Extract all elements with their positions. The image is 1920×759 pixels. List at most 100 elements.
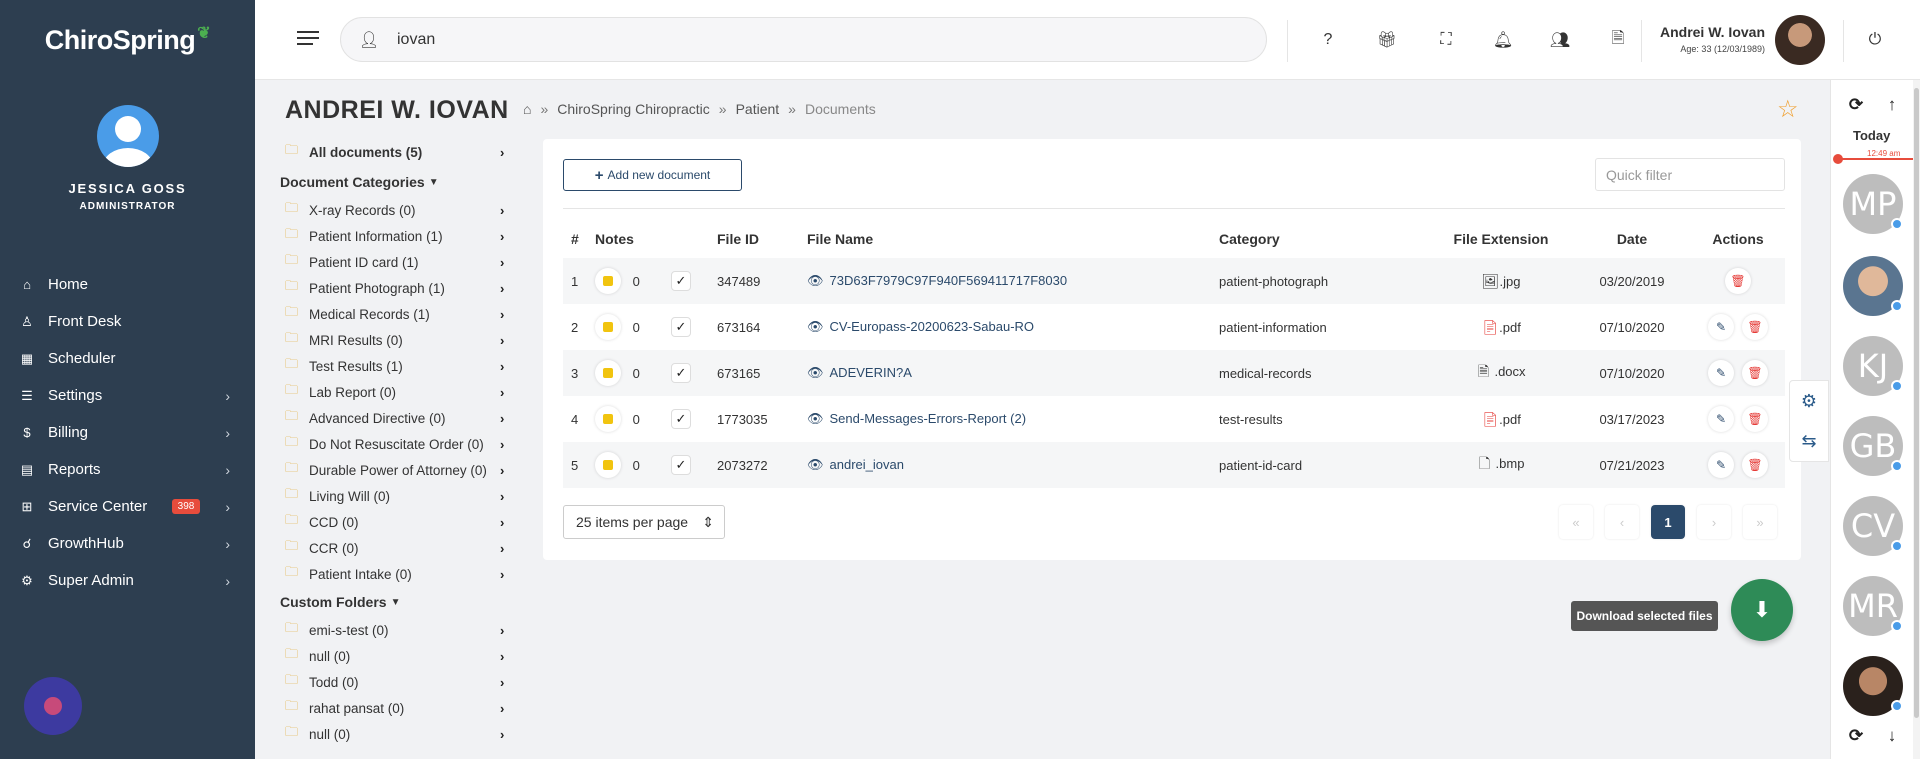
folder-item[interactable]: 🗀 emi-s-test (0) › (280, 617, 520, 643)
download-selected-button[interactable]: ⬇ (1731, 579, 1793, 641)
folder-item[interactable]: 🗀 rahat pansat (0) › (280, 695, 520, 721)
chevron-right-icon[interactable]: › (500, 701, 504, 716)
menu-item-front-desk[interactable]: ♙ Front Desk (0, 303, 255, 340)
folder-item[interactable]: 🗀 null (0) › (280, 721, 520, 747)
folder-item[interactable]: 🗀 Living Will (0) › (280, 483, 520, 509)
table-row[interactable]: 5 0 ✓ 2073272 👁︎ andrei_iovan patient-id-card… (563, 442, 1785, 488)
settings-gear-icon[interactable]: ⚙ (1790, 381, 1828, 421)
folder-item[interactable]: 🗀 CCR (0) › (280, 535, 520, 561)
chevron-right-icon[interactable]: › (500, 463, 504, 478)
breadcrumb-item[interactable]: Patient (736, 101, 780, 117)
menu-item-scheduler[interactable]: ▦ Scheduler (0, 340, 255, 377)
eye-icon[interactable]: 👁︎ (807, 319, 824, 334)
menu-item-billing[interactable]: $ Billing › (0, 414, 255, 451)
chevron-right-icon[interactable]: › (500, 567, 504, 582)
patient-search-box[interactable]: 👤︎ (340, 17, 1267, 62)
folder-item[interactable]: 🗀 MRI Results (0) › (280, 327, 520, 353)
chevron-right-icon[interactable]: › (500, 727, 504, 742)
trash-icon[interactable]: 🗑︎ (1742, 452, 1768, 478)
pencil-icon[interactable]: ✎ (1708, 406, 1734, 432)
chevron-right-icon[interactable]: › (500, 359, 504, 374)
staff-avatar[interactable] (1843, 656, 1903, 716)
refresh-icon[interactable]: ⟳ (1845, 94, 1867, 116)
menu-item-super-admin[interactable]: ⚙ Super Admin › (0, 562, 255, 599)
eye-icon[interactable]: 👁︎ (807, 457, 824, 472)
hamburger-menu-icon[interactable] (297, 31, 319, 49)
eye-icon[interactable]: 👁︎ (807, 273, 824, 288)
file-name-link[interactable]: ADEVERIN?A (830, 365, 912, 380)
chevron-right-icon[interactable]: › (500, 541, 504, 556)
folder-item[interactable]: 🗀 Patient ID card (1) › (280, 249, 520, 275)
row-checkbox[interactable]: ✓ (671, 455, 691, 475)
prev-page-button[interactable]: ‹ (1605, 505, 1639, 539)
chirospring-logo[interactable]: ChiroSpring ❦ (0, 0, 255, 80)
folder-item[interactable]: 🗀 Todd (0) › (280, 669, 520, 695)
trash-icon[interactable]: 🗑︎ (1742, 360, 1768, 386)
chevron-right-icon[interactable]: › (500, 385, 504, 400)
folder-item[interactable]: 🗀 Do Not Resuscitate Order (0) › (280, 431, 520, 457)
note-icon[interactable] (595, 268, 621, 294)
menu-item-reports[interactable]: ▤ Reports › (0, 451, 255, 488)
chevron-right-icon[interactable]: › (500, 145, 504, 160)
chevron-right-icon[interactable]: › (500, 623, 504, 638)
row-checkbox[interactable]: ✓ (671, 409, 691, 429)
document-icon[interactable]: 🗎 (1606, 28, 1630, 52)
trash-icon[interactable]: 🗑︎ (1742, 406, 1768, 432)
folder-item[interactable]: 🗀 All documents (5) › (280, 137, 520, 167)
folder-item[interactable]: 🗀 null (0) › (280, 643, 520, 669)
trash-icon[interactable]: 🗑︎ (1742, 314, 1768, 340)
table-row[interactable]: 3 0 ✓ 673165 👁︎ ADEVERIN?A medical-records 🗎 .d… (563, 350, 1785, 396)
next-page-button[interactable]: › (1697, 505, 1731, 539)
custom-folders-header[interactable]: Custom Folders ▼ (280, 587, 520, 617)
menu-item-home[interactable]: ⌂ Home (0, 266, 255, 303)
quick-filter-input[interactable] (1595, 158, 1785, 191)
row-checkbox[interactable]: ✓ (671, 317, 691, 337)
transfer-icon[interactable]: ⇆ (1790, 421, 1828, 461)
refresh-icon[interactable]: ⟳ (1845, 725, 1867, 747)
breadcrumb-item[interactable]: ChiroSpring Chiropractic (557, 101, 710, 117)
power-icon[interactable]: ⏻ (1863, 28, 1887, 52)
page-button[interactable]: 1 (1651, 505, 1685, 539)
note-icon[interactable] (595, 406, 621, 432)
chevron-right-icon[interactable]: › (500, 229, 504, 244)
document-categories-header[interactable]: Document Categories ▼ (280, 167, 520, 197)
staff-avatar[interactable]: GB (1843, 416, 1903, 476)
folder-item[interactable]: 🗀 Patient Photograph (1) › (280, 275, 520, 301)
menu-item-service-center[interactable]: ⊞ Service Center 398 › (0, 488, 255, 525)
gift-icon[interactable]: 🎁︎ (1375, 28, 1399, 52)
folder-item[interactable]: 🗀 Lab Report (0) › (280, 379, 520, 405)
patient-search-input[interactable] (397, 30, 997, 49)
note-icon[interactable] (595, 452, 621, 478)
chevron-right-icon[interactable]: › (500, 675, 504, 690)
trash-icon[interactable]: 🗑︎ (1725, 268, 1751, 294)
staff-avatar[interactable]: MR (1843, 576, 1903, 636)
file-name-link[interactable]: Send-Messages-Errors-Report (2) (830, 411, 1027, 426)
staff-avatar[interactable] (1843, 256, 1903, 316)
file-name-link[interactable]: CV-Europass-20200623-Sabau-RO (830, 319, 1035, 334)
menu-item-settings[interactable]: ☰ Settings › (0, 377, 255, 414)
staff-avatar[interactable]: CV (1843, 496, 1903, 556)
chevron-right-icon[interactable]: › (500, 203, 504, 218)
table-row[interactable]: 2 0 ✓ 673164 👁︎ CV-Europass-20200623-Sabau-R… (563, 304, 1785, 350)
staff-avatar[interactable]: KJ (1843, 336, 1903, 396)
folder-item[interactable]: 🗀 Medical Records (1) › (280, 301, 520, 327)
row-checkbox[interactable]: ✓ (671, 363, 691, 383)
staff-avatar[interactable]: MP (1843, 174, 1903, 234)
pencil-icon[interactable]: ✎ (1708, 314, 1734, 340)
note-icon[interactable] (595, 360, 621, 386)
chevron-right-icon[interactable]: › (500, 333, 504, 348)
folder-item[interactable]: 🗀 Durable Power of Attorney (0) › (280, 457, 520, 483)
scrollbar[interactable] (1913, 80, 1920, 759)
last-page-button[interactable]: » (1743, 505, 1777, 539)
first-page-button[interactable]: « (1559, 505, 1593, 539)
chevron-right-icon[interactable]: › (500, 281, 504, 296)
table-row[interactable]: 1 0 ✓ 347489 👁︎ 73D63F7979C97F940F569411717F… (563, 258, 1785, 304)
menu-item-growthhub[interactable]: ☌ GrowthHub › (0, 525, 255, 562)
pencil-icon[interactable]: ✎ (1708, 452, 1734, 478)
row-checkbox[interactable]: ✓ (671, 271, 691, 291)
fullscreen-icon[interactable]: ⛶ (1434, 28, 1458, 52)
items-per-page-select[interactable]: 25 items per page ⇕ (563, 505, 725, 539)
folder-item[interactable]: 🗀 X-ray Records (0) › (280, 197, 520, 223)
chevron-right-icon[interactable]: › (500, 515, 504, 530)
arrow-up-icon[interactable]: ↑ (1881, 94, 1903, 116)
